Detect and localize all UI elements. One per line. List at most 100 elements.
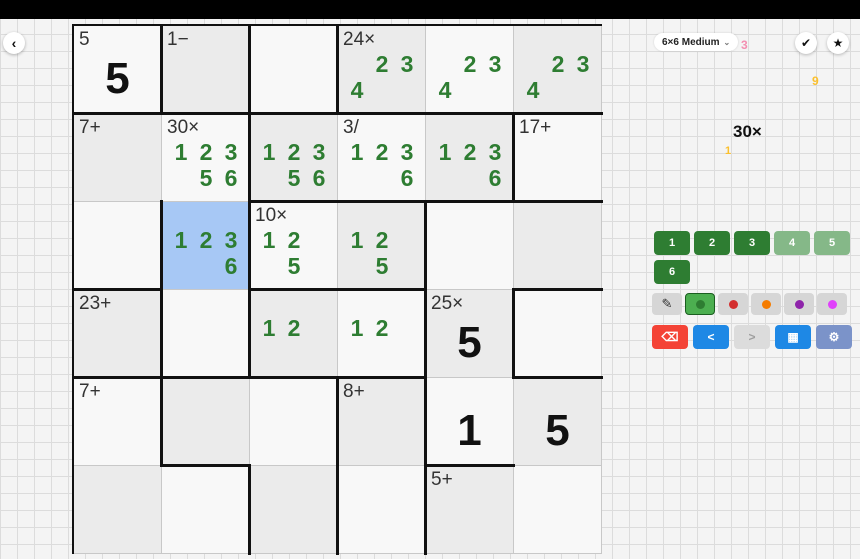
grid-cell[interactable]: 23 4 xyxy=(426,26,514,114)
note-digit: 2 xyxy=(287,227,301,253)
pencil-notes: 23 4 xyxy=(434,51,510,103)
note-digit: 1 xyxy=(350,315,364,341)
calculator-button[interactable]: ▦ xyxy=(775,325,811,349)
grid-cell[interactable] xyxy=(74,202,162,290)
note-digit: 3 xyxy=(488,139,502,165)
grid-cell[interactable]: 8+ xyxy=(338,378,426,466)
note-digit: 5 xyxy=(375,253,389,279)
grid-cell[interactable] xyxy=(74,466,162,554)
grid-cell[interactable]: 12 xyxy=(250,290,338,378)
grid-cell[interactable] xyxy=(162,378,250,466)
cage-border xyxy=(336,376,339,555)
note-digit: 3 xyxy=(224,227,238,253)
grid-cell[interactable]: 12356 xyxy=(250,114,338,202)
cell-value: 1 xyxy=(457,405,482,455)
grid-cell[interactable]: 1− xyxy=(162,26,250,114)
note-digit xyxy=(547,77,569,103)
check-button[interactable]: ✔ xyxy=(795,32,817,54)
note-digit: 2 xyxy=(463,139,477,165)
note-digit xyxy=(308,227,330,253)
number-button-5[interactable]: 5 xyxy=(814,231,850,255)
note-digit xyxy=(396,253,418,279)
number-button-1[interactable]: 1 xyxy=(654,231,690,255)
back-button[interactable]: ‹ xyxy=(3,32,25,54)
redo-icon: > xyxy=(748,330,756,344)
top-status-bar xyxy=(0,0,860,19)
grid-cell[interactable]: 1236 xyxy=(426,114,514,202)
note-digit xyxy=(308,315,330,341)
erase-button[interactable]: ⌫ xyxy=(652,325,688,349)
grid-cell[interactable]: 23 4 xyxy=(514,26,602,114)
note-digit xyxy=(572,77,594,103)
grid-cell[interactable]: 1 xyxy=(426,378,514,466)
grid-cell[interactable] xyxy=(250,466,338,554)
grid-cell[interactable]: 10× 1 2 5 xyxy=(250,202,338,290)
grid-cell[interactable]: 55 xyxy=(74,26,162,114)
orange-color-button[interactable] xyxy=(751,293,781,315)
cage-border xyxy=(160,200,163,379)
grid-cell[interactable]: 7+ xyxy=(74,114,162,202)
grid-cell[interactable]: 17+ xyxy=(514,114,602,202)
grid-cell-selected[interactable]: 1236 xyxy=(162,202,250,290)
floating-digit: 9 xyxy=(812,74,819,88)
pencil-notes: 125 xyxy=(258,227,334,279)
grid-cell[interactable]: 24× 2 3 4 xyxy=(338,26,426,114)
note-digit xyxy=(434,165,456,191)
difficulty-selector[interactable]: 6×6 Medium ⌄ xyxy=(654,33,739,51)
grid-cell[interactable] xyxy=(250,26,338,114)
grid-cell[interactable]: 25× 5 xyxy=(426,290,514,378)
grid-cell[interactable]: 7+ xyxy=(74,378,162,466)
undo-button[interactable]: < xyxy=(693,325,729,349)
grid-cell[interactable] xyxy=(162,290,250,378)
number-button-6[interactable]: 6 xyxy=(654,260,690,284)
note-digit: 3 xyxy=(576,51,590,77)
note-digit xyxy=(434,51,456,77)
pencil-notes: 12 xyxy=(258,315,334,367)
grid-cell[interactable]: 30× 1 2 3 5 6 xyxy=(162,114,250,202)
number-button-2[interactable]: 2 xyxy=(694,231,730,255)
number-button-4[interactable]: 4 xyxy=(774,231,810,255)
grid-cell[interactable]: 23+ xyxy=(74,290,162,378)
note-digit xyxy=(346,165,368,191)
cage-border xyxy=(512,288,515,379)
cage-clue: 5+ xyxy=(431,469,453,490)
grid-cell[interactable]: 3/1 2 3 6 xyxy=(338,114,426,202)
grid-cell[interactable] xyxy=(162,466,250,554)
orange-color-dot xyxy=(761,299,771,309)
note-digit: 6 xyxy=(400,165,414,191)
grid-cell[interactable] xyxy=(514,290,602,378)
pencil-button[interactable]: ✎ xyxy=(652,293,682,315)
grid-cell[interactable] xyxy=(514,466,602,554)
grid-cell[interactable] xyxy=(250,378,338,466)
note-digit: 3 xyxy=(400,139,414,165)
note-digit: 5 xyxy=(199,165,213,191)
pink-color-button[interactable] xyxy=(817,293,847,315)
note-digit xyxy=(308,341,330,367)
note-digit: 1 xyxy=(174,227,188,253)
number-button-3[interactable]: 3 xyxy=(734,231,770,255)
difficulty-label: 6×6 Medium xyxy=(662,36,720,48)
chevron-left-icon: ‹ xyxy=(11,35,17,51)
grid-cell[interactable]: 125 xyxy=(338,202,426,290)
cage-border xyxy=(512,288,603,291)
note-digit: 1 xyxy=(262,227,276,253)
grid-cell[interactable]: 5 xyxy=(514,378,602,466)
chevron-down-icon: ⌄ xyxy=(723,37,731,47)
note-digit: 5 xyxy=(287,165,301,191)
red-color-button[interactable] xyxy=(718,293,748,315)
grid-cell[interactable] xyxy=(338,466,426,554)
grid-cell[interactable] xyxy=(426,202,514,290)
green-color-button[interactable] xyxy=(685,293,715,315)
grid-cell[interactable]: 5+ xyxy=(426,466,514,554)
cage-border xyxy=(248,464,251,555)
pencil-notes: 12 xyxy=(346,315,422,367)
grid-cell[interactable]: 12 xyxy=(338,290,426,378)
redo-button[interactable]: > xyxy=(734,325,770,349)
purple-color-button[interactable] xyxy=(784,293,814,315)
favorite-button[interactable]: ★ xyxy=(827,32,849,54)
settings-button[interactable]: ⚙ xyxy=(816,325,852,349)
cage-clue: 24× xyxy=(343,29,376,50)
note-digit: 4 xyxy=(438,77,452,103)
grid-cell[interactable] xyxy=(514,202,602,290)
note-digit: 6 xyxy=(488,165,502,191)
